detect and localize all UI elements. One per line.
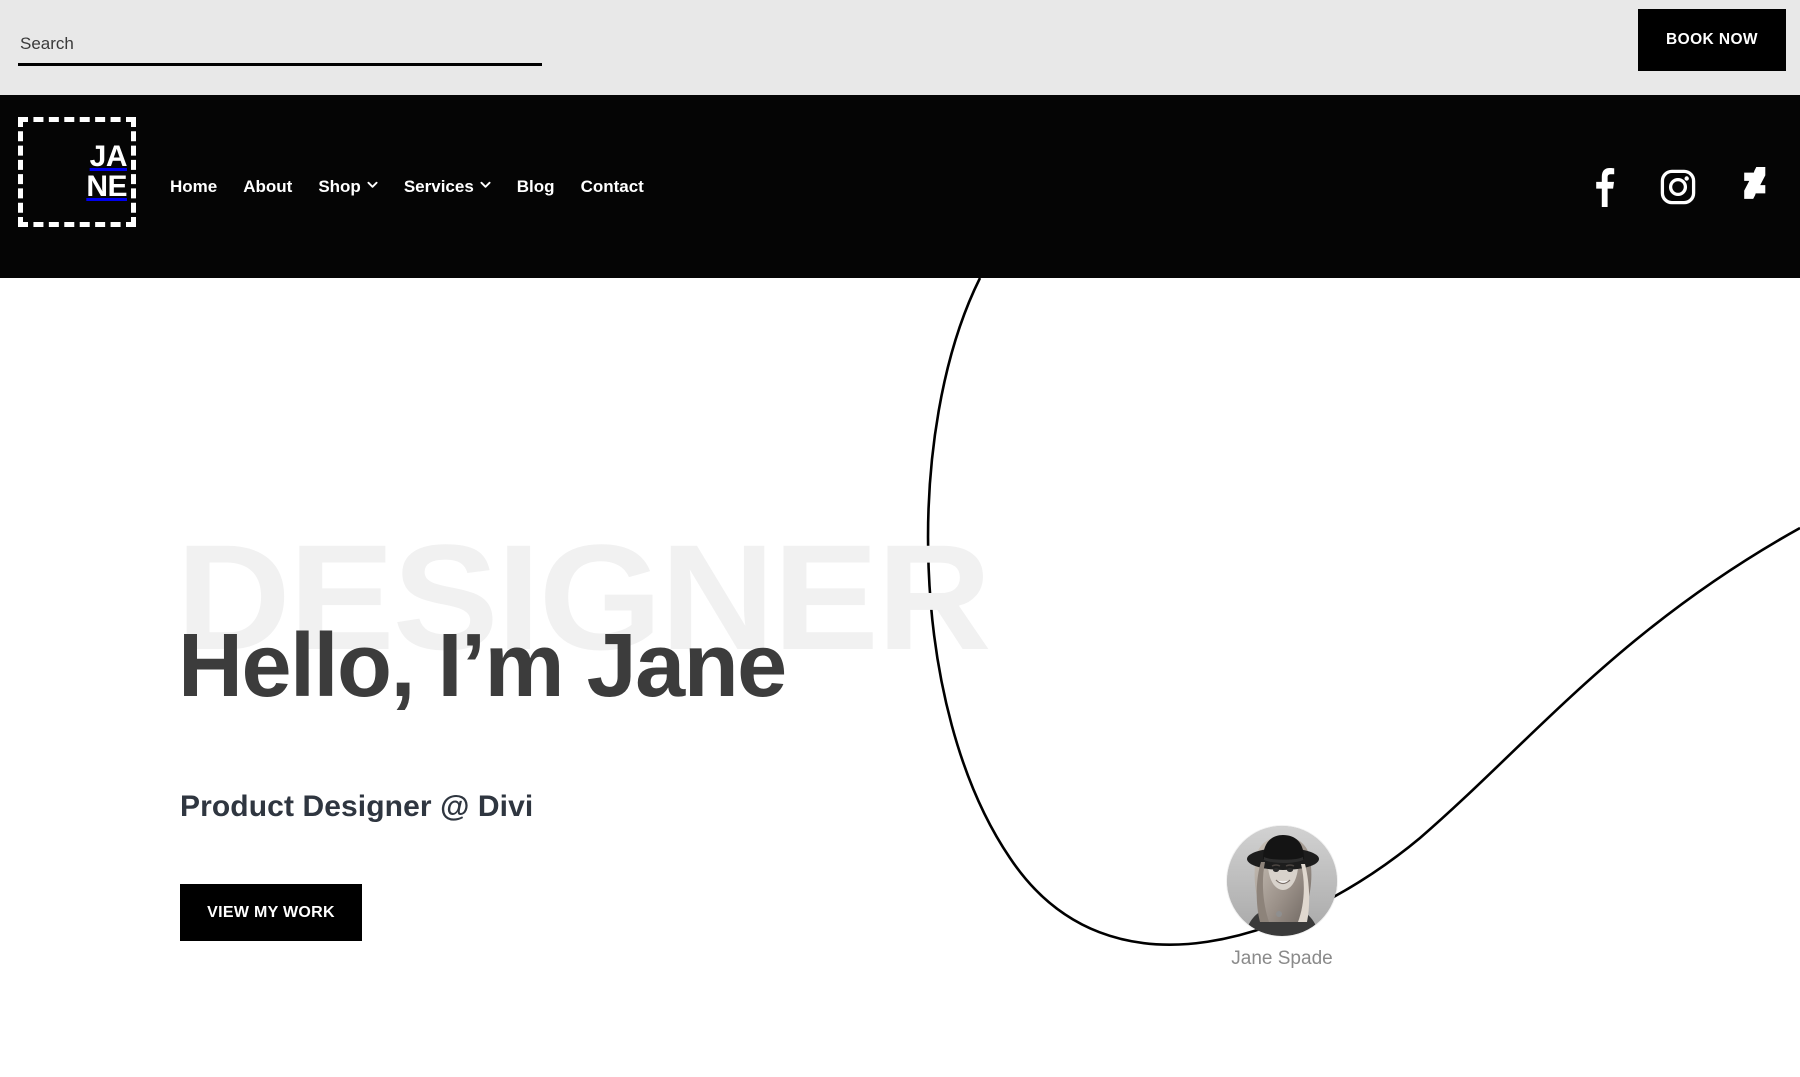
logo-line-2: NE (86, 170, 127, 203)
site-logo[interactable]: JA NE (18, 117, 136, 227)
nav-item-home[interactable]: Home (170, 177, 217, 197)
book-now-button[interactable]: BOOK NOW (1638, 9, 1786, 71)
avatar-photo (1227, 826, 1337, 936)
nav-menu: Home About Shop Services Blog Contact (170, 95, 644, 278)
chevron-down-icon (367, 179, 378, 190)
search-input[interactable] (18, 30, 542, 66)
page-title: Hello, I’m Jane (178, 616, 787, 716)
social-links (1592, 95, 1770, 278)
deviantart-icon[interactable] (1740, 166, 1770, 207)
nav-item-label: Services (403, 176, 474, 196)
chevron-down-icon (480, 179, 491, 190)
avatar-block: Jane Spade (1222, 826, 1342, 970)
hero-section: DESIGNER Hello, I’m Jane Product Designe… (0, 278, 1800, 1077)
nav-item-shop[interactable]: Shop (318, 177, 378, 197)
nav-item-label: Shop (318, 176, 361, 196)
nav-item-label: Contact (580, 176, 644, 196)
nav-item-label: Home (170, 176, 218, 196)
search-field-wrapper (18, 30, 542, 66)
nav-item-label: About (243, 176, 293, 196)
nav-item-label: Blog (516, 176, 555, 196)
nav-item-contact[interactable]: Contact (581, 177, 644, 197)
nav-item-blog[interactable]: Blog (517, 177, 555, 197)
nav-item-about[interactable]: About (243, 177, 292, 197)
main-navigation-bar: JA NE Home About Shop Services Blog Cont… (0, 95, 1800, 278)
avatar-caption: Jane Spade (1231, 948, 1333, 969)
hero-subtitle: Product Designer @ Divi (180, 790, 534, 823)
facebook-icon[interactable] (1592, 167, 1616, 207)
logo-line-1: JA (89, 140, 128, 173)
instagram-icon[interactable] (1660, 169, 1696, 205)
view-my-work-button[interactable]: VIEW MY WORK (180, 884, 362, 941)
avatar (1227, 826, 1337, 936)
top-utility-bar: BOOK NOW (0, 0, 1800, 95)
nav-item-services[interactable]: Services (404, 177, 491, 197)
